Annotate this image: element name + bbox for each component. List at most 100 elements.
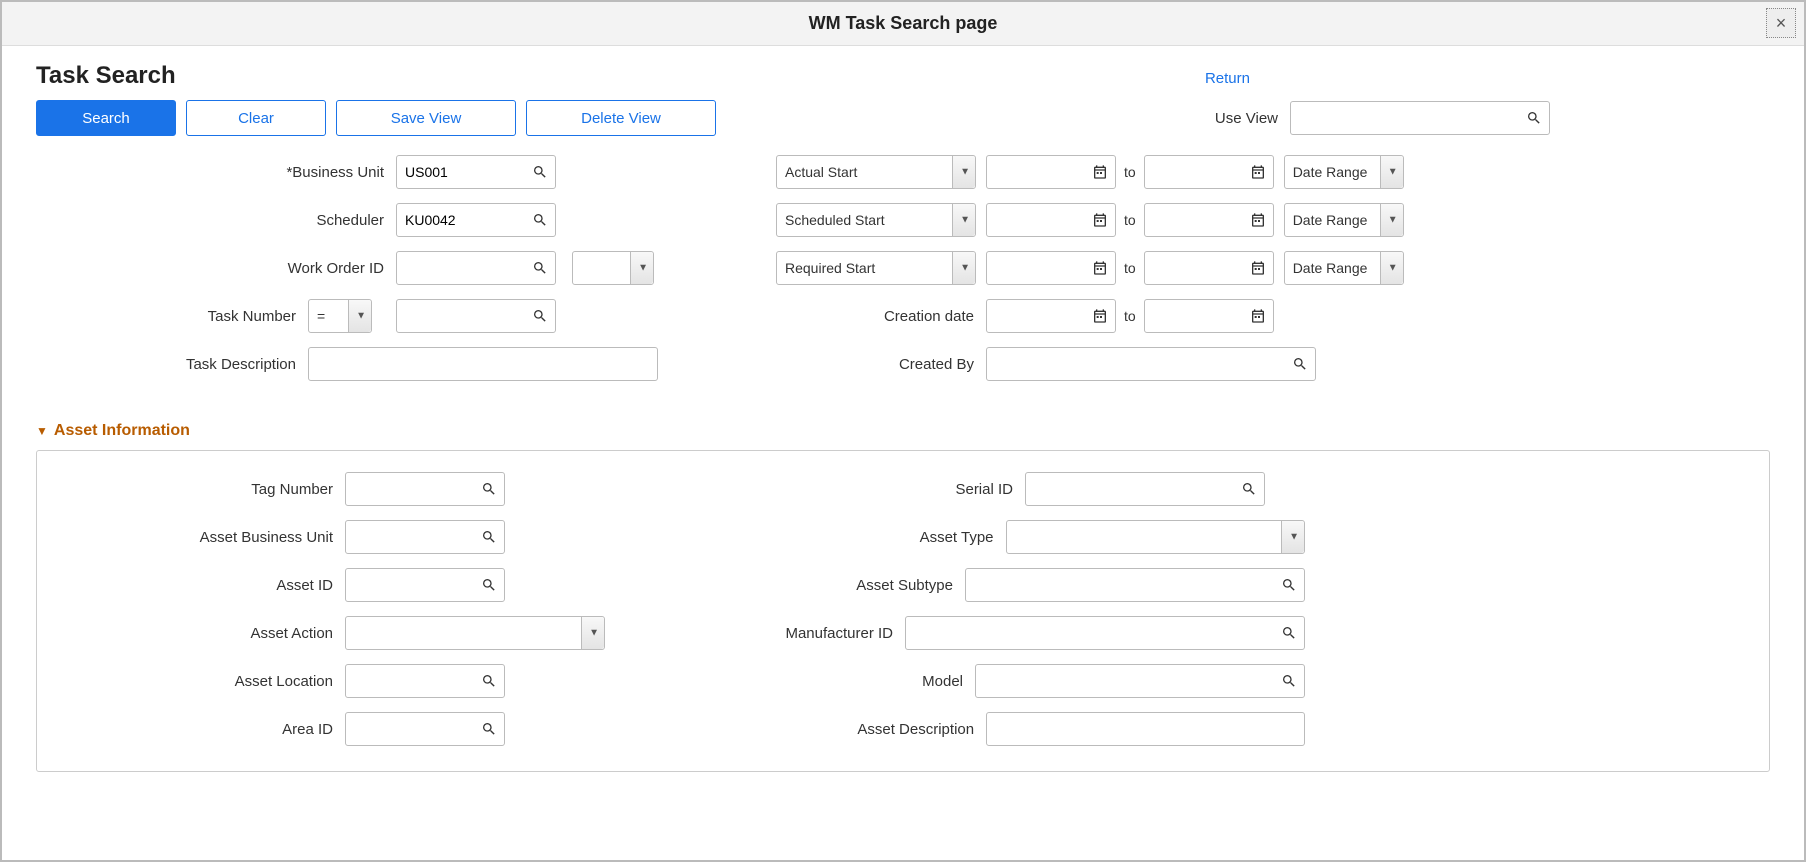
- asset-action-label: Asset Action: [65, 625, 345, 642]
- asset-section-title: Asset Information: [54, 422, 190, 440]
- actual-start-from-input[interactable]: [986, 155, 1116, 189]
- required-start-range-select[interactable]: Date Range ▼: [1284, 251, 1404, 285]
- model-lookup[interactable]: [975, 664, 1305, 698]
- task-number-input[interactable]: [396, 299, 556, 333]
- creation-date-from-input[interactable]: [986, 299, 1116, 333]
- chevron-down-icon: ▼: [1388, 215, 1398, 226]
- page-title: Task Search: [36, 62, 176, 90]
- serial-id-input[interactable]: [1025, 472, 1265, 506]
- tag-number-input[interactable]: [345, 472, 505, 506]
- scheduled-start-to-date[interactable]: [1144, 203, 1274, 237]
- tag-number-label: Tag Number: [65, 481, 345, 498]
- scheduler-input[interactable]: [396, 203, 556, 237]
- creation-date-label: Creation date: [776, 308, 986, 325]
- required-start-select[interactable]: Required Start ▼: [776, 251, 976, 285]
- business-unit-lookup[interactable]: [396, 155, 556, 189]
- required-start-from-date[interactable]: [986, 251, 1116, 285]
- manufacturer-id-input[interactable]: [905, 616, 1305, 650]
- asset-bu-input[interactable]: [345, 520, 505, 554]
- actual-start-to-date[interactable]: [1144, 155, 1274, 189]
- close-button[interactable]: ×: [1766, 8, 1796, 38]
- content-scroll[interactable]: Task Search Return Search Clear Save Vie…: [4, 46, 1802, 858]
- asset-section-toggle[interactable]: ▼ Asset Information: [36, 422, 1770, 440]
- search-button[interactable]: Search: [36, 100, 176, 136]
- manufacturer-id-label: Manufacturer ID: [745, 625, 905, 642]
- required-start-value: Required Start: [785, 260, 875, 276]
- caret-down-icon: ▼: [36, 424, 48, 438]
- asset-section-box: Tag Number Asset Business Unit Asset ID: [36, 450, 1770, 772]
- return-link[interactable]: Return: [1205, 70, 1250, 87]
- clear-button[interactable]: Clear: [186, 100, 326, 136]
- asset-type-label: Asset Type: [745, 529, 1006, 546]
- asset-subtype-label: Asset Subtype: [745, 577, 965, 594]
- business-unit-label: *Business Unit: [36, 164, 396, 181]
- required-start-to-input[interactable]: [1144, 251, 1274, 285]
- actual-start-from-date[interactable]: [986, 155, 1116, 189]
- task-number-lookup[interactable]: [396, 299, 556, 333]
- use-view-label: Use View: [1215, 110, 1278, 127]
- creation-date-from[interactable]: [986, 299, 1116, 333]
- scheduled-start-from-date[interactable]: [986, 203, 1116, 237]
- scheduled-start-from-input[interactable]: [986, 203, 1116, 237]
- tag-number-lookup[interactable]: [345, 472, 505, 506]
- chevron-down-icon: ▼: [638, 263, 648, 274]
- creation-date-to-input[interactable]: [1144, 299, 1274, 333]
- asset-action-select[interactable]: ▼: [345, 616, 605, 650]
- chevron-down-icon: ▼: [1388, 263, 1398, 274]
- use-view-lookup[interactable]: [1290, 101, 1550, 135]
- scheduler-lookup[interactable]: [396, 203, 556, 237]
- serial-id-lookup[interactable]: [1025, 472, 1265, 506]
- task-description-input[interactable]: [308, 347, 658, 381]
- actual-start-to-input[interactable]: [1144, 155, 1274, 189]
- business-unit-input[interactable]: [396, 155, 556, 189]
- asset-location-lookup[interactable]: [345, 664, 505, 698]
- asset-description-input[interactable]: [986, 712, 1305, 746]
- to-label: to: [1124, 212, 1136, 228]
- area-id-lookup[interactable]: [345, 712, 505, 746]
- asset-id-lookup[interactable]: [345, 568, 505, 602]
- required-start-to-date[interactable]: [1144, 251, 1274, 285]
- created-by-lookup[interactable]: [986, 347, 1316, 381]
- scheduled-start-to-input[interactable]: [1144, 203, 1274, 237]
- asset-description-label: Asset Description: [745, 721, 986, 738]
- asset-type-select[interactable]: ▼: [1006, 520, 1305, 554]
- scheduled-start-range-select[interactable]: Date Range ▼: [1284, 203, 1404, 237]
- serial-id-label: Serial ID: [745, 481, 1025, 498]
- task-description-label: Task Description: [36, 356, 308, 373]
- creation-date-to[interactable]: [1144, 299, 1274, 333]
- scheduler-label: Scheduler: [36, 212, 396, 229]
- model-input[interactable]: [975, 664, 1305, 698]
- asset-bu-lookup[interactable]: [345, 520, 505, 554]
- work-order-id-lookup[interactable]: [396, 251, 556, 285]
- work-order-id-input[interactable]: [396, 251, 556, 285]
- use-view-input[interactable]: [1290, 101, 1550, 135]
- save-view-button[interactable]: Save View: [336, 100, 516, 136]
- asset-id-input[interactable]: [345, 568, 505, 602]
- asset-location-input[interactable]: [345, 664, 505, 698]
- asset-location-label: Asset Location: [65, 673, 345, 690]
- date-range-value: Date Range: [1293, 212, 1368, 228]
- titlebar: WM Task Search page ×: [2, 2, 1804, 46]
- asset-subtype-lookup[interactable]: [965, 568, 1305, 602]
- area-id-label: Area ID: [65, 721, 345, 738]
- chevron-down-icon: ▼: [356, 311, 366, 322]
- actual-start-range-select[interactable]: Date Range ▼: [1284, 155, 1404, 189]
- to-label: to: [1124, 164, 1136, 180]
- actual-start-select[interactable]: Actual Start ▼: [776, 155, 976, 189]
- scheduled-start-select[interactable]: Scheduled Start ▼: [776, 203, 976, 237]
- chevron-down-icon: ▼: [1289, 532, 1299, 543]
- asset-subtype-input[interactable]: [965, 568, 1305, 602]
- required-start-from-input[interactable]: [986, 251, 1116, 285]
- task-number-op-select[interactable]: = ▼: [308, 299, 372, 333]
- task-number-label: Task Number: [36, 308, 308, 325]
- date-range-value: Date Range: [1293, 260, 1368, 276]
- manufacturer-id-lookup[interactable]: [905, 616, 1305, 650]
- asset-id-label: Asset ID: [65, 577, 345, 594]
- window-title: WM Task Search page: [809, 13, 998, 34]
- created-by-input[interactable]: [986, 347, 1316, 381]
- task-number-op-value: =: [317, 308, 325, 324]
- area-id-input[interactable]: [345, 712, 505, 746]
- chevron-down-icon: ▼: [960, 167, 970, 178]
- delete-view-button[interactable]: Delete View: [526, 100, 716, 136]
- work-order-aux-select[interactable]: ▼: [572, 251, 654, 285]
